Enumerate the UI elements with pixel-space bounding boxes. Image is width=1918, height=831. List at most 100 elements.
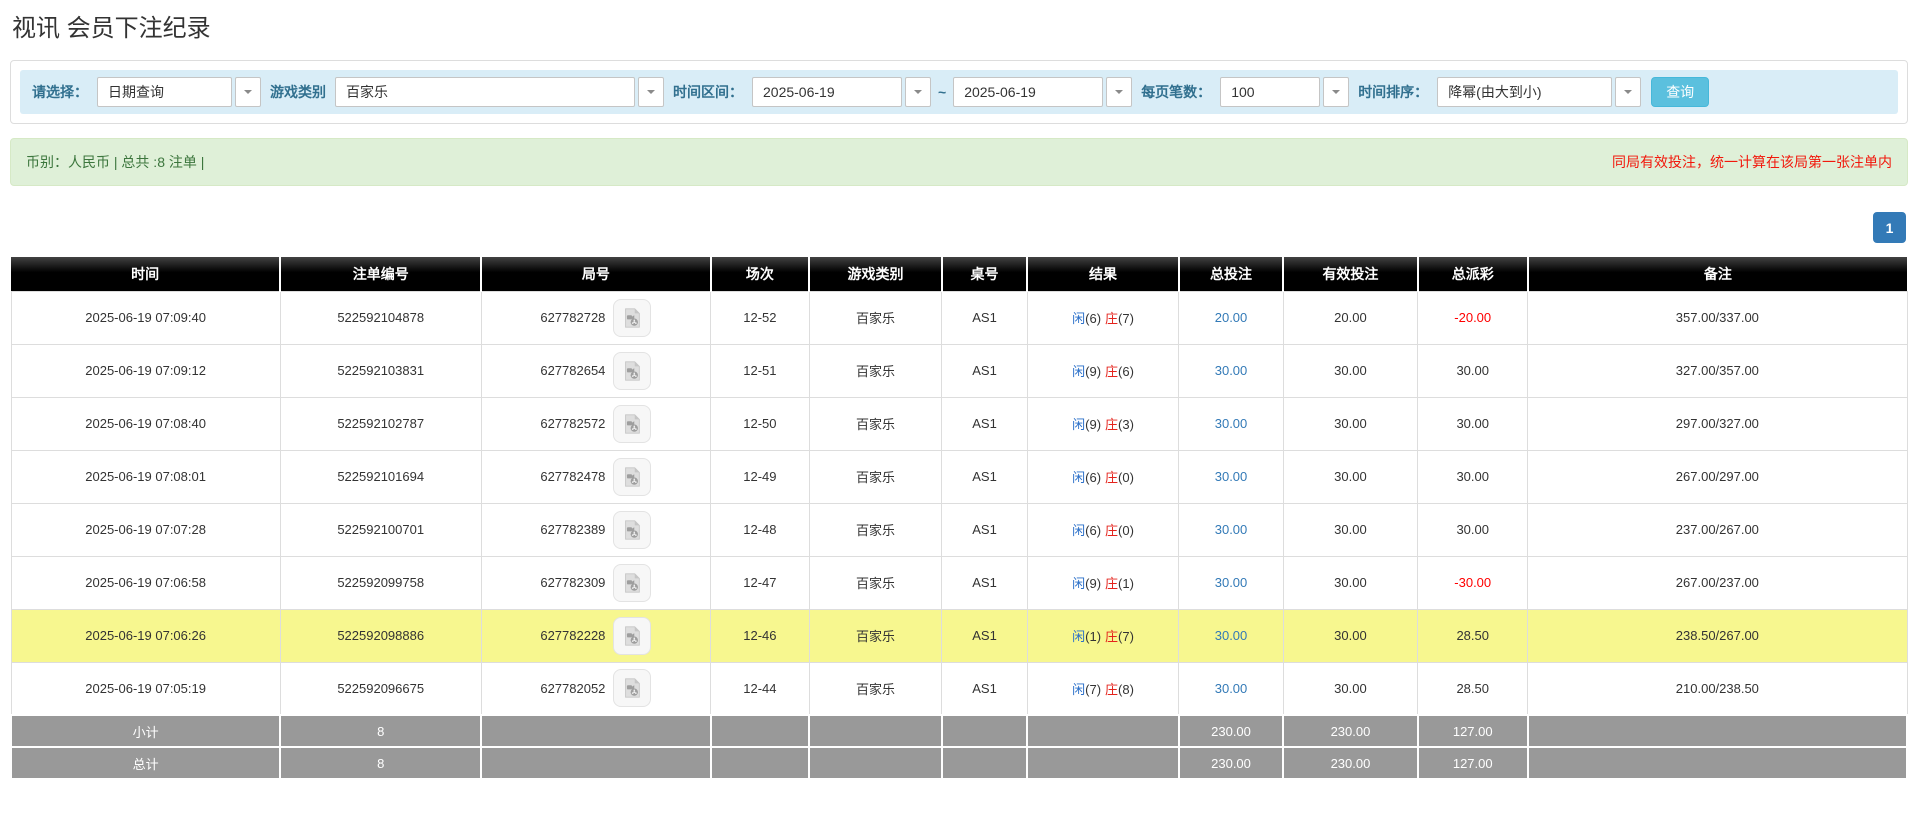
total-bet-link[interactable]: 30.00 — [1215, 522, 1248, 537]
video-replay-button[interactable] — [613, 352, 651, 390]
chevron-down-icon — [244, 90, 252, 98]
page-size-select[interactable]: 100 — [1220, 77, 1349, 107]
sort-order-value[interactable]: 降幂(由大到小) — [1437, 77, 1612, 107]
page-size-value[interactable]: 100 — [1220, 77, 1320, 107]
query-mode-select[interactable]: 日期查询 — [97, 77, 261, 107]
round-id-text: 627782728 — [540, 310, 605, 325]
chevron-down-icon — [1115, 90, 1123, 98]
chevron-down-icon[interactable] — [638, 77, 664, 107]
cell-game-type: 百家乐 — [809, 556, 942, 609]
total-row: 总计 8 230.00 230.00 127.00 — [11, 747, 1907, 779]
cell-table-id: AS1 — [942, 556, 1027, 609]
range-separator: ~ — [938, 84, 946, 100]
payout-value: 28.50 — [1456, 681, 1489, 696]
pagination: 1 — [10, 212, 1908, 243]
total-bet-link[interactable]: 30.00 — [1215, 469, 1248, 484]
payout-value: 30.00 — [1456, 469, 1489, 484]
cell-total-bet: 30.00 — [1179, 556, 1283, 609]
total-bet-count: 8 — [280, 747, 481, 779]
chevron-down-icon[interactable] — [1106, 77, 1132, 107]
video-replay-button[interactable] — [613, 511, 651, 549]
cell-session: 12-48 — [711, 503, 810, 556]
chevron-down-icon — [1624, 90, 1632, 98]
date-to-value[interactable]: 2025-06-19 — [953, 77, 1103, 107]
table-row: 2025-06-19 07:08:40 522592102787 6277825… — [11, 397, 1907, 450]
video-file-icon — [621, 466, 643, 488]
result-player-label: 闲 — [1072, 523, 1085, 538]
query-mode-value[interactable]: 日期查询 — [97, 77, 232, 107]
video-replay-button[interactable] — [613, 669, 651, 707]
cell-game-type: 百家乐 — [809, 609, 942, 662]
cell-table-id: AS1 — [942, 291, 1027, 344]
video-replay-button[interactable] — [613, 405, 651, 443]
cell-remark: 267.00/237.00 — [1528, 556, 1907, 609]
cell-valid-bet: 30.00 — [1283, 556, 1418, 609]
cell-result: 闲(9)庄(3) — [1027, 397, 1179, 450]
cell-total-bet: 20.00 — [1179, 291, 1283, 344]
date-from-select[interactable]: 2025-06-19 — [752, 77, 931, 107]
header-result: 结果 — [1027, 257, 1179, 291]
cell-time: 2025-06-19 07:09:12 — [11, 344, 280, 397]
payout-value: 30.00 — [1456, 522, 1489, 537]
subtotal-total-bet: 230.00 — [1179, 715, 1283, 747]
chevron-down-icon[interactable] — [235, 77, 261, 107]
chevron-down-icon[interactable] — [905, 77, 931, 107]
cell-game-type: 百家乐 — [809, 503, 942, 556]
total-bet-link[interactable]: 30.00 — [1215, 681, 1248, 696]
table-footer: 小计 8 230.00 230.00 127.00 总计 8 — [11, 715, 1907, 779]
cell-payout: 30.00 — [1418, 344, 1528, 397]
chevron-down-icon[interactable] — [1615, 77, 1641, 107]
total-bet-link[interactable]: 30.00 — [1215, 575, 1248, 590]
game-type-select[interactable]: 百家乐 — [335, 77, 664, 107]
cell-table-id: AS1 — [942, 397, 1027, 450]
table-row: 2025-06-19 07:06:26 522592098886 6277822… — [11, 609, 1907, 662]
total-label: 总计 — [11, 747, 280, 779]
search-button[interactable]: 查询 — [1651, 77, 1709, 107]
total-bet-link[interactable]: 20.00 — [1215, 310, 1248, 325]
page-1-button[interactable]: 1 — [1873, 212, 1906, 243]
page: 视讯 会员下注纪录 请选择： 日期查询 游戏类别 百家乐 时间区间： 2025-… — [0, 14, 1918, 780]
header-payout: 总派彩 — [1418, 257, 1528, 291]
cell-result: 闲(6)庄(7) — [1027, 291, 1179, 344]
result-player-label: 闲 — [1072, 470, 1085, 485]
cell-bet-id: 522592102787 — [280, 397, 481, 450]
cell-payout: 28.50 — [1418, 609, 1528, 662]
result-player-score: (6) — [1085, 523, 1101, 538]
total-valid-bet: 230.00 — [1283, 747, 1418, 779]
date-to-select[interactable]: 2025-06-19 — [953, 77, 1132, 107]
page-size-label: 每页笔数： — [1139, 82, 1213, 102]
header-table-id: 桌号 — [942, 257, 1027, 291]
payout-value: 30.00 — [1456, 416, 1489, 431]
cell-remark: 267.00/297.00 — [1528, 450, 1907, 503]
subtotal-empty-cell — [1528, 715, 1907, 747]
total-total-bet: 230.00 — [1179, 747, 1283, 779]
total-payout: 127.00 — [1418, 747, 1528, 779]
chevron-down-icon[interactable] — [1323, 77, 1349, 107]
total-bet-link[interactable]: 30.00 — [1215, 363, 1248, 378]
cell-table-id: AS1 — [942, 503, 1027, 556]
game-type-value[interactable]: 百家乐 — [335, 77, 635, 107]
date-from-value[interactable]: 2025-06-19 — [752, 77, 902, 107]
result-player-score: (9) — [1085, 417, 1101, 432]
sort-order-select[interactable]: 降幂(由大到小) — [1437, 77, 1641, 107]
filter-panel: 请选择： 日期查询 游戏类别 百家乐 时间区间： 2025-06-19 ~ 20… — [10, 60, 1908, 124]
total-empty-cell — [1528, 747, 1907, 779]
video-replay-button[interactable] — [613, 458, 651, 496]
cell-table-id: AS1 — [942, 344, 1027, 397]
chevron-down-icon — [914, 90, 922, 98]
total-empty-cell — [942, 747, 1027, 779]
header-valid-bet: 有效投注 — [1283, 257, 1418, 291]
video-file-icon — [621, 413, 643, 435]
cell-valid-bet: 30.00 — [1283, 609, 1418, 662]
cell-session: 12-47 — [711, 556, 810, 609]
video-replay-button[interactable] — [613, 564, 651, 602]
cell-total-bet: 30.00 — [1179, 662, 1283, 715]
total-bet-link[interactable]: 30.00 — [1215, 416, 1248, 431]
result-banker-score: (0) — [1118, 470, 1134, 485]
cell-result: 闲(6)庄(0) — [1027, 450, 1179, 503]
chevron-down-icon — [1332, 90, 1340, 98]
video-replay-button[interactable] — [613, 299, 651, 337]
cell-game-type: 百家乐 — [809, 291, 942, 344]
video-replay-button[interactable] — [613, 617, 651, 655]
total-bet-link[interactable]: 30.00 — [1215, 628, 1248, 643]
